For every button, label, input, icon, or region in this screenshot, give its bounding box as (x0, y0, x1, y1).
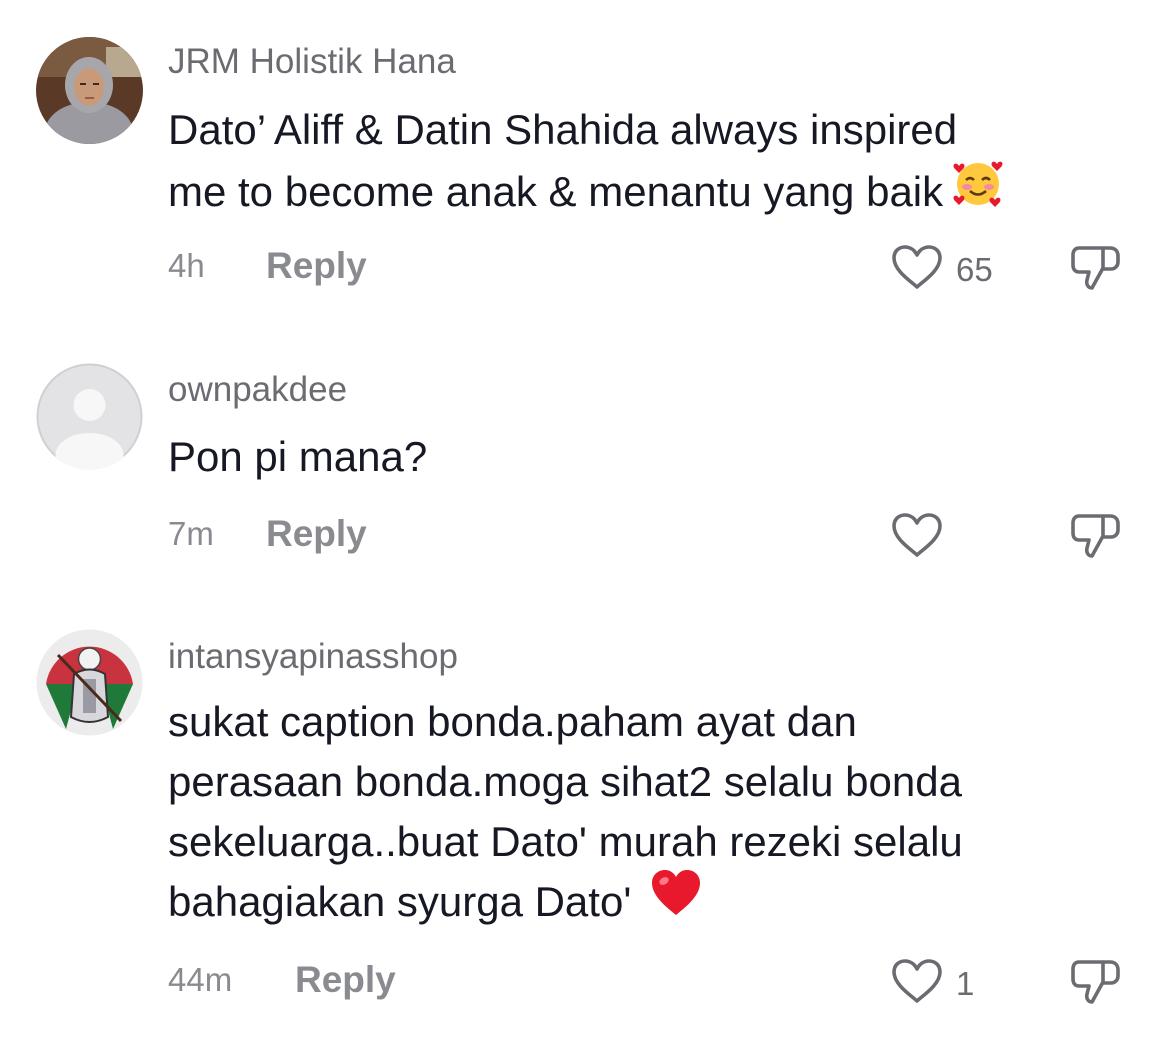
comment-text-line: Dato’ Aliff & Datin Shahida always inspi… (168, 106, 958, 153)
heart-outline-icon (890, 244, 944, 295)
thumbs-down-icon (1070, 514, 1122, 564)
like-button[interactable] (890, 512, 956, 563)
comment-text-line: sukat caption bonda.paham ayat dan (168, 698, 857, 745)
comment-username[interactable]: ownpakdee (168, 370, 347, 410)
smiling-face-with-hearts-icon (951, 156, 1005, 226)
comment-meta: 44m Reply (168, 955, 396, 1005)
comment-text: sukat caption bonda.paham ayat dan peras… (168, 692, 1128, 938)
comment-username[interactable]: intansyapinasshop (168, 637, 458, 677)
comment-timestamp: 4h (168, 247, 205, 284)
comment-meta: 7m Reply (168, 509, 367, 559)
reply-button[interactable]: Reply (266, 245, 367, 287)
thumbs-down-icon (1070, 960, 1122, 1010)
comment-text-line-content: me to become anak & menantu yang baik (168, 168, 944, 216)
heart-outline-icon (890, 512, 944, 563)
heart-outline-icon (890, 958, 944, 1009)
comment-text-line: me to become anak & menantu yang baik (168, 160, 1128, 230)
reply-button[interactable]: Reply (266, 513, 367, 555)
thumbs-down-icon (1070, 246, 1122, 296)
reply-button[interactable]: Reply (295, 959, 396, 1001)
dislike-button[interactable] (1070, 244, 1122, 297)
avatar[interactable] (36, 37, 143, 144)
avatar[interactable] (36, 363, 143, 470)
comment-text-line: bahagiakan syurga Dato' (168, 870, 1128, 938)
comment-text: Dato’ Aliff & Datin Shahida always inspi… (168, 100, 1128, 230)
like-count: 1 (956, 964, 975, 1002)
comment-text-line: Pon pi mana? (168, 433, 428, 480)
dislike-button[interactable] (1070, 958, 1122, 1011)
comment-text-line-content: bahagiakan syurga Dato' (168, 878, 632, 926)
avatar[interactable] (36, 629, 143, 736)
comment-meta: 4h Reply (168, 241, 367, 291)
comment-text: Pon pi mana? (168, 427, 1128, 487)
comment-text-line: perasaan bonda.moga sihat2 selalu bonda (168, 758, 962, 805)
like-count: 65 (956, 250, 993, 288)
dislike-button[interactable] (1070, 512, 1122, 565)
red-heart-icon (649, 868, 703, 934)
like-button[interactable]: 65 (890, 244, 993, 295)
comment-text-line: sekeluarga..buat Dato' murah rezeki sela… (168, 818, 963, 865)
comment-timestamp: 7m (168, 515, 214, 552)
comment-timestamp: 44m (168, 961, 233, 998)
comment-username[interactable]: JRM Holistik Hana (168, 42, 456, 82)
like-button[interactable]: 1 (890, 958, 974, 1009)
